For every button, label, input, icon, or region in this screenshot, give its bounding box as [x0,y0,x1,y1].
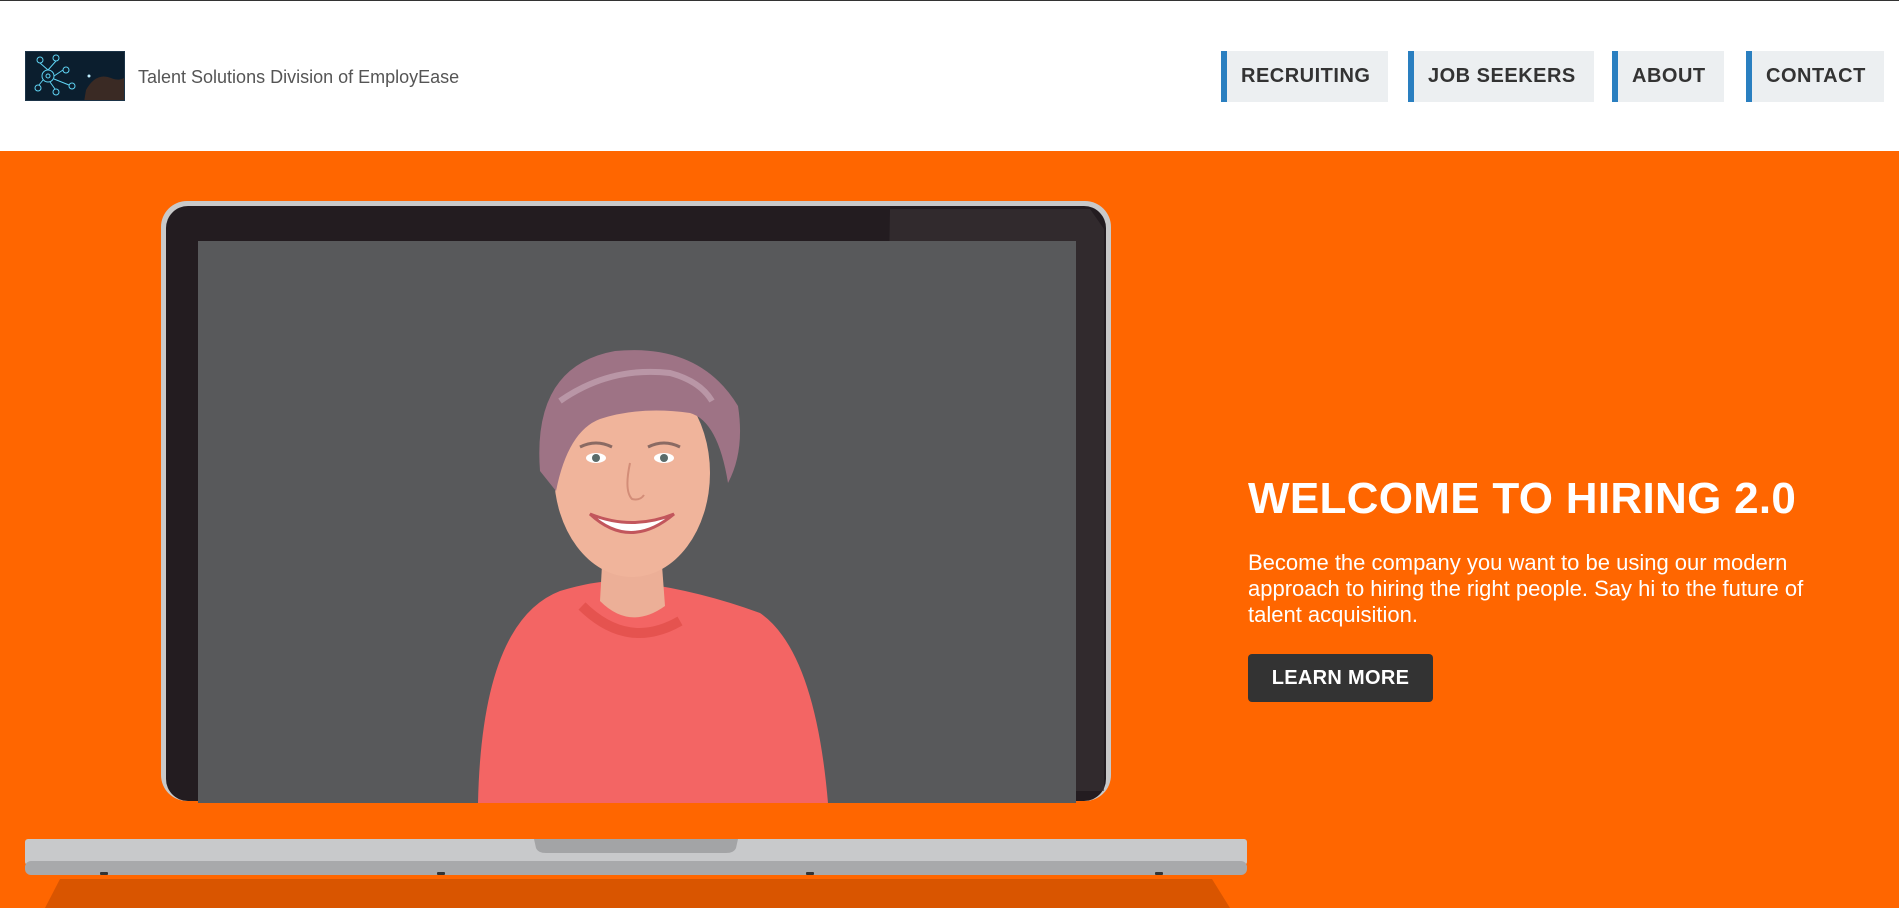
brand-text: Talent Solutions Division of EmployEase [138,67,460,87]
hero-section: WELCOME TO HIRING 2.0 Become the company… [0,151,1899,908]
laptop-illustration [25,201,1247,908]
hero-headline: WELCOME TO HIRING 2.0 [1248,474,1797,523]
logo[interactable] [25,51,125,101]
nav-contact[interactable]: CONTACT [1746,51,1884,102]
nav-about[interactable]: ABOUT [1612,51,1724,102]
gear-network-icon [26,52,124,100]
learn-more-button[interactable]: LEARN MORE [1248,654,1433,702]
nav-job-seekers[interactable]: JOB SEEKERS [1408,51,1594,102]
hero-body-text: Become the company you want to be using … [1248,550,1804,627]
site-header: Talent Solutions Division of EmployEase … [0,1,1899,151]
nav-recruiting[interactable]: RECRUITING [1221,51,1389,102]
